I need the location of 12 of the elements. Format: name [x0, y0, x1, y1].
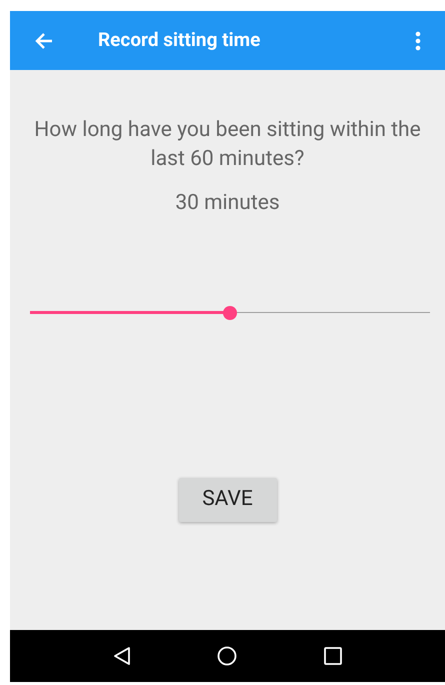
minutes-reading: 30 minutes: [175, 190, 280, 217]
question-text: How long have you been sitting within the last 60 minutes?: [33, 117, 422, 173]
save-button[interactable]: SAVE: [178, 478, 276, 522]
more-icon: [415, 30, 421, 50]
home-icon[interactable]: [217, 646, 238, 666]
recents-icon[interactable]: [324, 647, 342, 665]
more-menu-button[interactable]: [413, 30, 423, 52]
minutes-slider[interactable]: [30, 306, 430, 320]
back-icon: [34, 32, 54, 50]
back-nav-icon[interactable]: [113, 646, 132, 666]
slider-thumb[interactable]: [223, 306, 237, 320]
screen-title: Record sitting time: [98, 27, 260, 54]
